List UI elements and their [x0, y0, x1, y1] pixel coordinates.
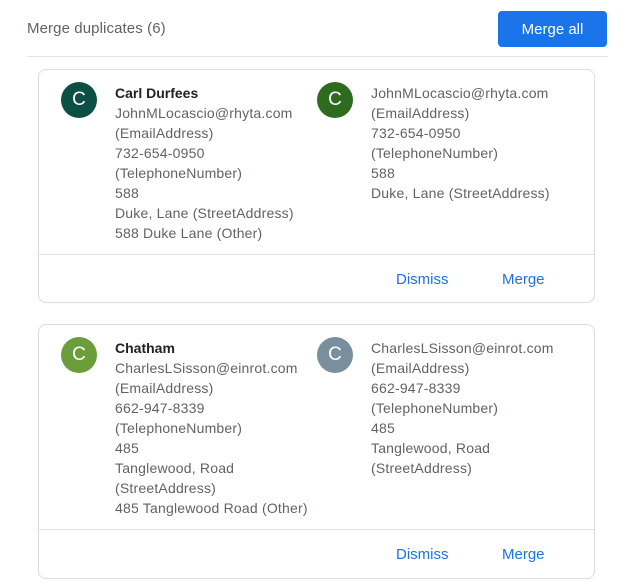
avatar: C	[317, 82, 353, 118]
detail-line: 662-947-8339	[371, 380, 461, 396]
detail-line: 485	[371, 420, 395, 436]
detail-line: (TelephoneNumber)	[371, 145, 499, 161]
detail-line: JohnMLocascio@rhyta.com	[115, 105, 293, 121]
detail-line: 732-654-0950	[115, 145, 205, 161]
page-header: Merge duplicates (6) Merge all	[27, 0, 608, 57]
detail-line: 662-947-8339	[115, 400, 205, 416]
detail-line: (EmailAddress)	[371, 105, 470, 121]
detail-line: (EmailAddress)	[115, 125, 214, 141]
detail-line: 588 Duke Lane (Other)	[115, 225, 263, 241]
contact-details: CharlesLSisson@einrot.com (EmailAddress)…	[371, 338, 571, 478]
duplicate-card: C Chatham CharlesLSisson@einrot.com (Ema…	[38, 324, 595, 579]
detail-line: CharlesLSisson@einrot.com	[115, 360, 298, 376]
detail-line: CharlesLSisson@einrot.com	[371, 340, 554, 356]
detail-line: Duke, Lane (StreetAddress)	[115, 205, 294, 221]
avatar: C	[61, 82, 97, 118]
merge-button[interactable]: Merge	[502, 271, 545, 288]
detail-line: (TelephoneNumber)	[115, 165, 243, 181]
detail-line: Duke, Lane (StreetAddress)	[371, 185, 550, 201]
card-divider	[39, 529, 594, 530]
detail-line: JohnMLocascio@rhyta.com	[371, 85, 549, 101]
detail-line: 732-654-0950	[371, 125, 461, 141]
merge-all-button[interactable]: Merge all	[498, 11, 607, 47]
page-title: Merge duplicates (6)	[27, 20, 166, 37]
avatar: C	[317, 337, 353, 373]
detail-line: 485 Tanglewood Road (Other)	[115, 500, 308, 516]
contact-name: Carl Durfees	[115, 85, 199, 101]
merge-button[interactable]: Merge	[502, 546, 545, 563]
contact-details: JohnMLocascio@rhyta.com (EmailAddress) 7…	[371, 83, 571, 203]
card-divider	[39, 254, 594, 255]
dismiss-button[interactable]: Dismiss	[396, 271, 449, 288]
detail-line: 588	[115, 185, 139, 201]
detail-line: (EmailAddress)	[371, 360, 470, 376]
detail-line: (EmailAddress)	[115, 380, 214, 396]
contact-details: Carl Durfees JohnMLocascio@rhyta.com (Em…	[115, 83, 315, 243]
detail-line: 588	[371, 165, 395, 181]
duplicate-card: C Carl Durfees JohnMLocascio@rhyta.com (…	[38, 69, 595, 303]
detail-line: (StreetAddress)	[115, 480, 217, 496]
detail-line: (StreetAddress)	[371, 460, 473, 476]
detail-line: Tanglewood, Road	[371, 440, 491, 456]
detail-line: 485	[115, 440, 139, 456]
detail-line: Tanglewood, Road	[115, 460, 235, 476]
contact-name: Chatham	[115, 340, 175, 356]
dismiss-button[interactable]: Dismiss	[396, 546, 449, 563]
avatar: C	[61, 337, 97, 373]
detail-line: (TelephoneNumber)	[115, 420, 243, 436]
detail-line: (TelephoneNumber)	[371, 400, 499, 416]
contact-details: Chatham CharlesLSisson@einrot.com (Email…	[115, 338, 315, 518]
